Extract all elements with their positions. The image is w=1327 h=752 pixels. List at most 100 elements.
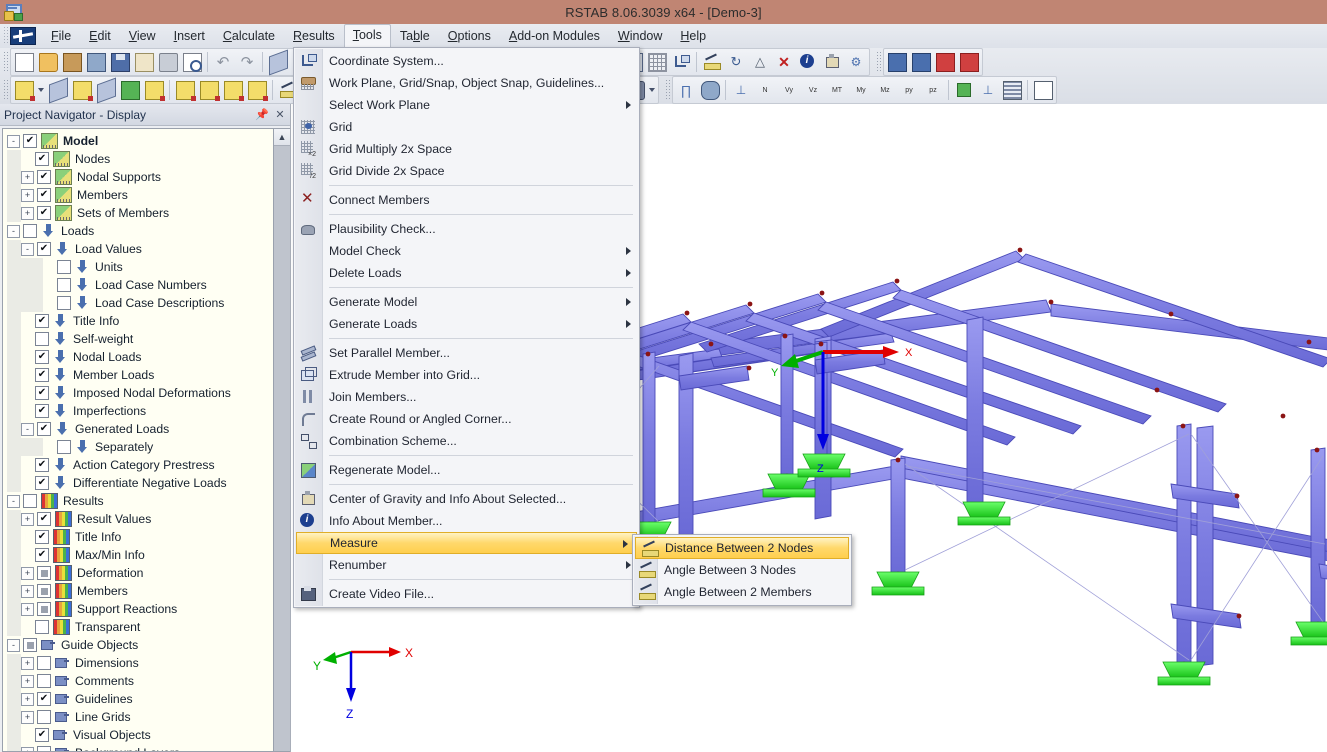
result-Vz-icon[interactable]: Vz	[802, 79, 824, 101]
import-pdf-icon[interactable]	[958, 51, 980, 73]
menu-item-coordinate-system[interactable]: Coordinate System...	[294, 50, 639, 72]
new-support-icon[interactable]	[119, 79, 141, 101]
expand-icon[interactable]: +	[21, 710, 34, 724]
tree-checkbox[interactable]: ✔	[35, 728, 49, 742]
imperfection-icon[interactable]	[246, 79, 268, 101]
result-py-icon[interactable]: py	[898, 79, 920, 101]
tree-item-results[interactable]: - Results	[7, 492, 290, 510]
toolbar-grip[interactable]	[664, 80, 670, 100]
tree-item-generated-loads[interactable]: - ✔ Generated Loads	[7, 420, 290, 438]
menu-item-regenerate-model[interactable]: Regenerate Model...	[294, 459, 639, 481]
tree-item-title-info[interactable]: ✔ Title Info	[7, 312, 290, 330]
menu-item-set-parallel-member[interactable]: Set Parallel Member...	[294, 342, 639, 364]
tree-item-line-grids[interactable]: + Line Grids	[7, 708, 290, 726]
printout-report-icon[interactable]	[1032, 79, 1054, 101]
menu-results[interactable]: Results	[284, 25, 344, 48]
menu-item-model-check[interactable]: Model Check	[294, 240, 639, 262]
tree-checkbox[interactable]: ✔	[35, 386, 49, 400]
tree-checkbox[interactable]	[37, 656, 51, 670]
tree-item-units[interactable]: Units	[7, 258, 290, 276]
material-dropdown[interactable]	[647, 79, 657, 101]
gears-icon[interactable]: ⚙	[845, 51, 867, 73]
tree-checkbox[interactable]	[57, 296, 71, 310]
pin-icon[interactable]: 📌	[254, 107, 270, 123]
toolbar-grip[interactable]	[2, 80, 8, 100]
member-load-icon[interactable]	[198, 79, 220, 101]
menu-item-center-of-gravity-and-info-about-selected[interactable]: Center of Gravity and Info About Selecte…	[294, 488, 639, 510]
menu-edit[interactable]: Edit	[80, 25, 120, 48]
imposed-deformation-icon[interactable]	[222, 79, 244, 101]
collapse-icon[interactable]: -	[7, 224, 20, 238]
menu-add-on-modules[interactable]: Add-on Modules	[500, 25, 609, 48]
export-pdf-icon[interactable]	[934, 51, 956, 73]
menu-insert[interactable]: Insert	[165, 25, 214, 48]
menu-item-connect-members[interactable]: Connect Members	[294, 189, 639, 211]
menu-file[interactable]: File	[42, 25, 80, 48]
result-pz-icon[interactable]: pz	[922, 79, 944, 101]
expand-icon[interactable]: +	[21, 674, 34, 688]
tree-checkbox[interactable]: ✔	[37, 692, 51, 706]
menu-item-info-about-member[interactable]: Info About Member...	[294, 510, 639, 532]
tree-checkbox[interactable]: ✔	[37, 206, 51, 220]
tree-item-member-loads[interactable]: ✔ Member Loads	[7, 366, 290, 384]
menu-item-measure[interactable]: Measure	[296, 532, 637, 554]
redo-icon[interactable]: ↷	[236, 51, 258, 73]
tree-item-action-category-prestress[interactable]: ✔ Action Category Prestress	[7, 456, 290, 474]
tree-checkbox[interactable]: ✔	[37, 188, 51, 202]
tree-checkbox[interactable]	[57, 278, 71, 292]
tree-item-title-info[interactable]: ✔ Title Info	[7, 528, 290, 546]
menu-item-combination-scheme[interactable]: Combination Scheme...	[294, 430, 639, 452]
result-Mz-icon[interactable]: Mz	[874, 79, 896, 101]
tree-checkbox[interactable]	[23, 494, 37, 508]
tree-checkbox[interactable]	[37, 674, 51, 688]
tree-checkbox[interactable]: ✔	[37, 242, 51, 256]
expand-icon[interactable]: +	[21, 206, 34, 220]
navigator-scrollbar[interactable]: ▲	[273, 129, 290, 751]
menu-item-grid[interactable]: Grid	[294, 116, 639, 138]
new-file-icon[interactable]	[13, 51, 35, 73]
result-N-icon[interactable]: N	[754, 79, 776, 101]
new-set-icon[interactable]	[143, 79, 165, 101]
new-node-dropdown[interactable]	[36, 79, 46, 101]
deformation-plot-icon[interactable]: ⊥	[977, 79, 999, 101]
tree-checkbox[interactable]: ✔	[35, 368, 49, 382]
menu-item-plausibility-check[interactable]: Plausibility Check...	[294, 218, 639, 240]
tree-checkbox[interactable]	[57, 440, 71, 454]
tree-checkbox[interactable]: ✔	[23, 134, 37, 148]
connect-members-icon[interactable]: ✕	[773, 51, 795, 73]
tree-item-model[interactable]: - ✔ Model	[7, 132, 290, 150]
menu-tools[interactable]: Tools	[343, 24, 391, 48]
result-table-icon[interactable]	[1001, 79, 1023, 101]
menu-item-renumber[interactable]: Renumber	[294, 554, 639, 576]
tree-checkbox[interactable]	[23, 224, 37, 238]
tree-checkbox[interactable]: ✔	[37, 422, 51, 436]
tree-checkbox[interactable]	[35, 620, 49, 634]
expand-icon[interactable]: +	[21, 746, 34, 751]
print-icon[interactable]	[157, 51, 179, 73]
tree-checkbox[interactable]: ✔	[37, 170, 51, 184]
tools-dropdown-menu[interactable]: Coordinate System... Work Plane, Grid/Sna…	[293, 47, 640, 608]
tree-checkbox[interactable]	[57, 260, 71, 274]
tree-checkbox[interactable]: ✔	[35, 350, 49, 364]
new-nodal-support-icon[interactable]	[71, 79, 93, 101]
tree-item-load-values[interactable]: - ✔ Load Values	[7, 240, 290, 258]
axial-force-icon[interactable]: ⊥	[730, 79, 752, 101]
tree-item-visual-objects[interactable]: ✔ Visual Objects	[7, 726, 290, 744]
tree-checkbox[interactable]: ✔	[35, 458, 49, 472]
tree-checkbox[interactable]	[37, 566, 51, 580]
save-project-icon[interactable]	[85, 51, 107, 73]
tree-item-nodal-loads[interactable]: ✔ Nodal Loads	[7, 348, 290, 366]
menu-item-grid-multiply-2x-space[interactable]: Grid Multiply 2x Space	[294, 138, 639, 160]
expand-icon[interactable]: +	[21, 692, 34, 706]
menu-item-generate-loads[interactable]: Generate Loads	[294, 313, 639, 335]
tree-checkbox[interactable]: ✔	[35, 530, 49, 544]
menu-help[interactable]: Help	[671, 25, 715, 48]
tree-item-comments[interactable]: + Comments	[7, 672, 290, 690]
menu-table[interactable]: Table	[391, 25, 439, 48]
open-file-icon[interactable]	[37, 51, 59, 73]
settings-icon[interactable]	[821, 51, 843, 73]
menu-item-work-plane-grid-snap-object-snap-guidelines[interactable]: Work Plane, Grid/Snap, Object Snap, Guid…	[294, 72, 639, 94]
tree-item-guide-objects[interactable]: - Guide Objects	[7, 636, 290, 654]
submenu-item-angle-between-3-nodes[interactable]: Angle Between 3 Nodes	[633, 559, 851, 581]
new-line-icon[interactable]	[95, 77, 117, 103]
